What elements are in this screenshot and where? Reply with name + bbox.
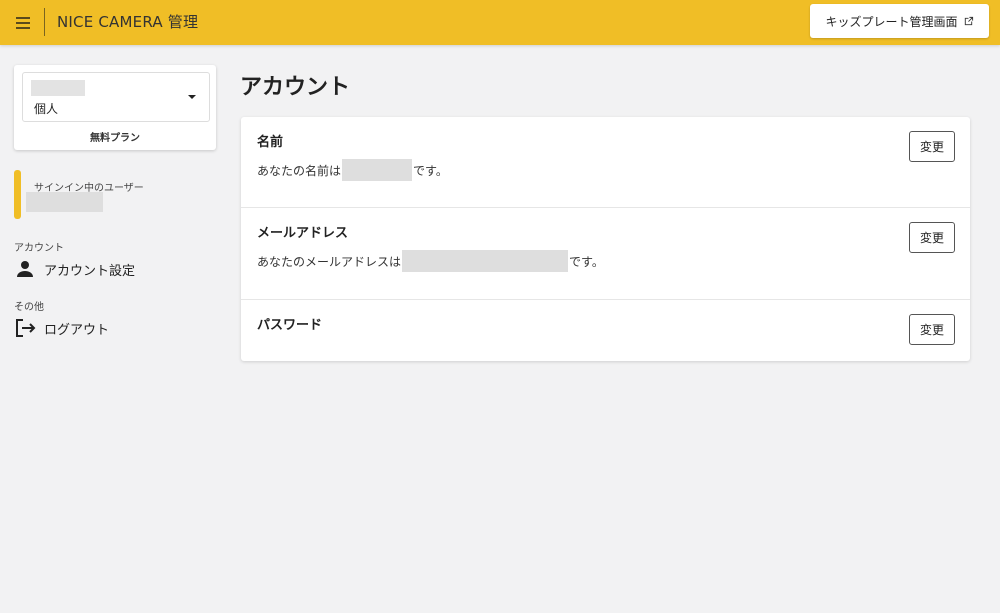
change-password-button[interactable]: 変更 <box>909 314 955 345</box>
name-row-desc: あなたの名前は です。 <box>257 159 448 181</box>
email-row-desc: あなたのメールアドレスは です。 <box>257 250 604 272</box>
email-desc-prefix: あなたのメールアドレスは <box>257 254 402 269</box>
account-select[interactable]: 個人 <box>22 72 210 122</box>
sidebar-item-label: アカウント設定 <box>44 263 136 279</box>
person-icon <box>14 258 36 280</box>
signed-in-user-redacted <box>26 192 103 212</box>
change-name-button[interactable]: 変更 <box>909 131 955 162</box>
email-desc-suffix: です。 <box>569 254 604 269</box>
sidebar-item-account-settings[interactable]: アカウント設定 <box>14 256 214 282</box>
section-label-account: アカウント <box>14 243 64 254</box>
logout-icon <box>14 317 36 339</box>
email-redacted <box>402 250 569 272</box>
caret-down-icon <box>188 95 196 99</box>
page-title: アカウント <box>240 75 351 100</box>
signin-accent-bar <box>14 170 21 219</box>
kids-plate-admin-button[interactable]: キッズプレート管理画面 <box>810 4 989 38</box>
menu-icon[interactable] <box>14 13 34 33</box>
password-row: パスワード 変更 <box>241 300 970 361</box>
name-redacted <box>342 159 413 181</box>
kids-plate-admin-label: キッズプレート管理画面 <box>825 14 958 29</box>
app-header: NICE CAMERA 管理 キッズプレート管理画面 <box>0 0 1000 45</box>
email-row: メールアドレス あなたのメールアドレスは です。 変更 <box>241 208 970 300</box>
name-desc-suffix: です。 <box>413 163 448 178</box>
name-row-title: 名前 <box>257 135 284 150</box>
external-link-icon <box>964 16 973 25</box>
sidebar-item-logout[interactable]: ログアウト <box>14 315 214 341</box>
account-name-redacted <box>31 80 85 96</box>
account-settings-card: 名前 あなたの名前は です。 変更 メールアドレス あなたのメールアドレスは で… <box>241 117 970 361</box>
plan-label: 無料プラン <box>90 133 140 144</box>
signed-in-user: サインイン中のユーザー <box>14 170 216 220</box>
name-row: 名前 あなたの名前は です。 変更 <box>241 117 970 208</box>
section-label-other: その他 <box>14 302 44 313</box>
name-desc-prefix: あなたの名前は <box>257 163 342 178</box>
email-row-title: メールアドレス <box>257 226 349 241</box>
header-divider <box>44 8 45 36</box>
plan-card: 個人 無料プラン <box>14 65 216 150</box>
password-row-title: パスワード <box>257 318 323 333</box>
change-email-button[interactable]: 変更 <box>909 222 955 253</box>
sidebar-item-label: ログアウト <box>44 322 110 338</box>
account-type: 個人 <box>34 102 59 116</box>
app-title: NICE CAMERA 管理 <box>57 13 199 31</box>
